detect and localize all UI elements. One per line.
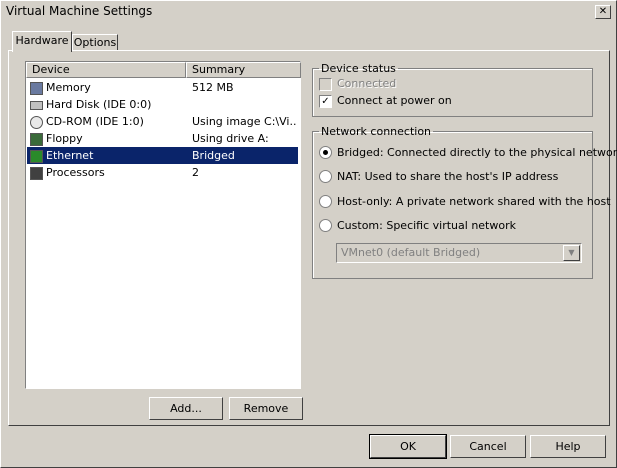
radio-host-only-label: Host-only: A private network shared with… bbox=[337, 195, 611, 208]
device-row-floppy[interactable]: Floppy Using drive A: bbox=[27, 130, 298, 147]
device-row-ethernet[interactable]: Ethernet Bridged bbox=[27, 147, 298, 164]
tab-options-label: Options bbox=[73, 36, 117, 49]
device-row-cdrom[interactable]: CD-ROM (IDE 1:0) Using image C:\Vi... bbox=[27, 113, 298, 130]
device-name: Ethernet bbox=[46, 149, 94, 162]
radio-host-only[interactable] bbox=[319, 195, 332, 208]
title-bar: Virtual Machine Settings ✕ bbox=[2, 2, 615, 21]
connected-label: Connected bbox=[337, 77, 397, 90]
custom-network-value: VMnet0 (default Bridged) bbox=[341, 246, 481, 259]
device-summary: Using image C:\Vi... bbox=[192, 115, 296, 128]
add-button[interactable]: Add... bbox=[149, 397, 223, 420]
connect-at-power-on-label: Connect at power on bbox=[337, 94, 452, 107]
device-summary: Using drive A: bbox=[192, 132, 269, 145]
tab-hardware-label: Hardware bbox=[15, 34, 69, 47]
column-header-summary[interactable]: Summary bbox=[186, 62, 301, 78]
tab-options[interactable]: Options bbox=[72, 34, 118, 51]
radio-nat-label: NAT: Used to share the host's IP address bbox=[337, 170, 559, 183]
processor-icon bbox=[30, 167, 43, 180]
radio-bridged-label: Bridged: Connected directly to the physi… bbox=[337, 146, 617, 159]
radio-custom[interactable] bbox=[319, 219, 332, 232]
device-name: Processors bbox=[46, 166, 105, 179]
radio-bridged[interactable] bbox=[319, 146, 332, 159]
memory-icon bbox=[30, 82, 43, 95]
hard-disk-icon bbox=[30, 101, 43, 110]
remove-button[interactable]: Remove bbox=[229, 397, 303, 420]
device-summary: Bridged bbox=[192, 149, 235, 162]
chevron-down-icon[interactable]: ▼ bbox=[563, 245, 580, 261]
tab-hardware[interactable]: Hardware bbox=[12, 31, 72, 52]
device-list-header: Device Summary bbox=[26, 62, 301, 78]
device-row-processors[interactable]: Processors 2 bbox=[27, 164, 298, 181]
ethernet-icon bbox=[30, 150, 43, 163]
window-title: Virtual Machine Settings bbox=[6, 4, 153, 18]
column-header-device[interactable]: Device bbox=[26, 62, 186, 78]
close-button[interactable]: ✕ bbox=[595, 5, 611, 19]
cancel-button[interactable]: Cancel bbox=[450, 435, 526, 458]
device-summary: 512 MB bbox=[192, 81, 234, 94]
custom-network-select[interactable]: VMnet0 (default Bridged) ▼ bbox=[336, 243, 582, 263]
cdrom-icon bbox=[30, 116, 43, 129]
device-name: Memory bbox=[46, 81, 91, 94]
device-summary: 2 bbox=[192, 166, 199, 179]
device-name: CD-ROM (IDE 1:0) bbox=[46, 115, 144, 128]
device-list[interactable]: Device Summary Memory 512 MB Hard Disk (… bbox=[25, 61, 301, 389]
device-row-hard-disk[interactable]: Hard Disk (IDE 0:0) bbox=[27, 96, 298, 113]
device-name: Hard Disk (IDE 0:0) bbox=[46, 98, 152, 111]
device-status-legend: Device status bbox=[321, 62, 396, 75]
radio-custom-label: Custom: Specific virtual network bbox=[337, 219, 516, 232]
floppy-icon bbox=[30, 133, 43, 146]
device-row-memory[interactable]: Memory 512 MB bbox=[27, 79, 298, 96]
network-connection-legend: Network connection bbox=[321, 125, 432, 138]
connected-checkbox[interactable] bbox=[319, 78, 332, 91]
ok-button[interactable]: OK bbox=[369, 434, 447, 459]
radio-nat[interactable] bbox=[319, 170, 332, 183]
help-button[interactable]: Help bbox=[530, 435, 606, 458]
device-name: Floppy bbox=[46, 132, 83, 145]
connect-at-power-on-checkbox[interactable]: ✓ bbox=[319, 95, 332, 108]
